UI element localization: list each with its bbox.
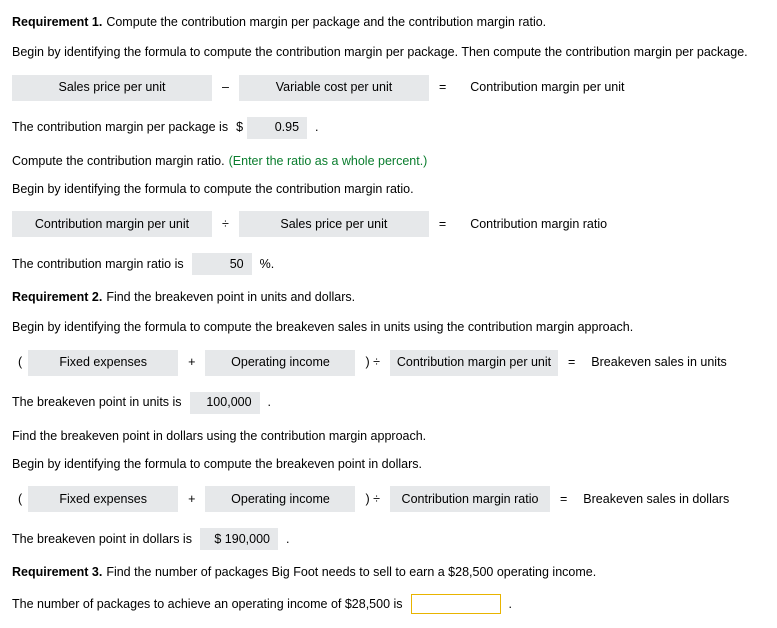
formula-result: Breakeven sales in dollars [577, 486, 735, 512]
formula-result: Contribution margin ratio [456, 211, 621, 237]
formula-result: Breakeven sales in units [585, 350, 733, 376]
requirement-2-heading: Requirement 2. Find the breakeven point … [12, 289, 765, 305]
period: . [264, 394, 271, 410]
formula-term-a[interactable]: Fixed expenses [28, 350, 178, 376]
breakeven-dollars-intro1: Find the breakeven point in dollars usin… [12, 428, 765, 444]
formula-result: Contribution margin per unit [456, 75, 638, 101]
cm-ratio-intro2: Begin by identifying the formula to comp… [12, 181, 765, 197]
equals-operator: = [550, 491, 577, 507]
requirement-2-label: Requirement 2. [12, 289, 102, 305]
cm-ratio-value[interactable]: 50 [192, 253, 252, 275]
percent-suffix: %. [256, 256, 275, 272]
breakeven-dollars-value-label: The breakeven point in dollars is [12, 531, 196, 547]
formula-term-b[interactable]: Operating income [205, 350, 355, 376]
period: . [311, 119, 318, 135]
cm-per-package-intro: Begin by identifying the formula to comp… [12, 44, 765, 60]
requirement-2-text: Find the breakeven point in units and do… [106, 289, 355, 305]
breakeven-units-value-line: The breakeven point in units is 100,000 … [12, 392, 765, 414]
plus-operator: + [178, 491, 205, 507]
breakeven-units-value-label: The breakeven point in units is [12, 394, 186, 410]
period: . [282, 531, 289, 547]
cm-per-package-value-line: The contribution margin per package is $… [12, 117, 765, 139]
open-paren: ( [12, 491, 28, 507]
breakeven-dollars-value[interactable]: $ 190,000 [200, 528, 278, 550]
requirement-3-label: Requirement 3. [12, 564, 102, 580]
cm-ratio-intro1-line: Compute the contribution margin ratio. (… [12, 153, 765, 169]
breakeven-units-formula: ( Fixed expenses + Operating income ) ÷ … [12, 350, 765, 376]
period: . [505, 596, 512, 612]
dollar-sign: $ [236, 119, 243, 135]
cm-per-package-value-label: The contribution margin per package is [12, 119, 232, 135]
close-paren-divide: ) ÷ [355, 354, 390, 370]
breakeven-dollars-value-line: The breakeven point in dollars is $ 190,… [12, 528, 765, 550]
requirement-1-text: Compute the contribution margin per pack… [106, 14, 546, 30]
requirement-3-heading: Requirement 3. Find the number of packag… [12, 564, 765, 580]
plus-operator: + [178, 354, 205, 370]
target-packages-line: The number of packages to achieve an ope… [12, 594, 765, 614]
requirement-1-label: Requirement 1. [12, 14, 102, 30]
formula-term-a[interactable]: Contribution margin per unit [12, 211, 212, 237]
cm-ratio-value-line: The contribution margin ratio is 50 %. [12, 253, 765, 275]
requirement-3-text: Find the number of packages Big Foot nee… [106, 564, 596, 580]
target-packages-label: The number of packages to achieve an ope… [12, 596, 407, 612]
equals-operator: = [429, 216, 456, 232]
target-packages-input[interactable] [411, 594, 501, 614]
formula-term-b[interactable]: Variable cost per unit [239, 75, 429, 101]
formula-term-b[interactable]: Operating income [205, 486, 355, 512]
breakeven-units-intro: Begin by identifying the formula to comp… [12, 319, 765, 335]
breakeven-dollars-intro2: Begin by identifying the formula to comp… [12, 456, 765, 472]
divide-operator: ÷ [212, 216, 239, 232]
formula-term-a[interactable]: Sales price per unit [12, 75, 212, 101]
formula-term-c[interactable]: Contribution margin per unit [390, 350, 558, 376]
cm-ratio-formula: Contribution margin per unit ÷ Sales pri… [12, 211, 765, 237]
cm-ratio-value-label: The contribution margin ratio is [12, 256, 188, 272]
minus-operator: – [212, 79, 239, 95]
equals-operator: = [429, 79, 456, 95]
equals-operator: = [558, 354, 585, 370]
requirement-1-heading: Requirement 1. Compute the contribution … [12, 14, 765, 30]
cm-per-package-value[interactable]: 0.95 [247, 117, 307, 139]
breakeven-units-value[interactable]: 100,000 [190, 392, 260, 414]
cm-ratio-intro1: Compute the contribution margin ratio. [12, 153, 225, 169]
formula-term-b[interactable]: Sales price per unit [239, 211, 429, 237]
cm-ratio-hint: (Enter the ratio as a whole percent.) [229, 153, 428, 169]
close-paren-divide: ) ÷ [355, 491, 390, 507]
open-paren: ( [12, 354, 28, 370]
breakeven-dollars-formula: ( Fixed expenses + Operating income ) ÷ … [12, 486, 765, 512]
cm-per-package-formula: Sales price per unit – Variable cost per… [12, 75, 765, 101]
formula-term-a[interactable]: Fixed expenses [28, 486, 178, 512]
formula-term-c[interactable]: Contribution margin ratio [390, 486, 550, 512]
